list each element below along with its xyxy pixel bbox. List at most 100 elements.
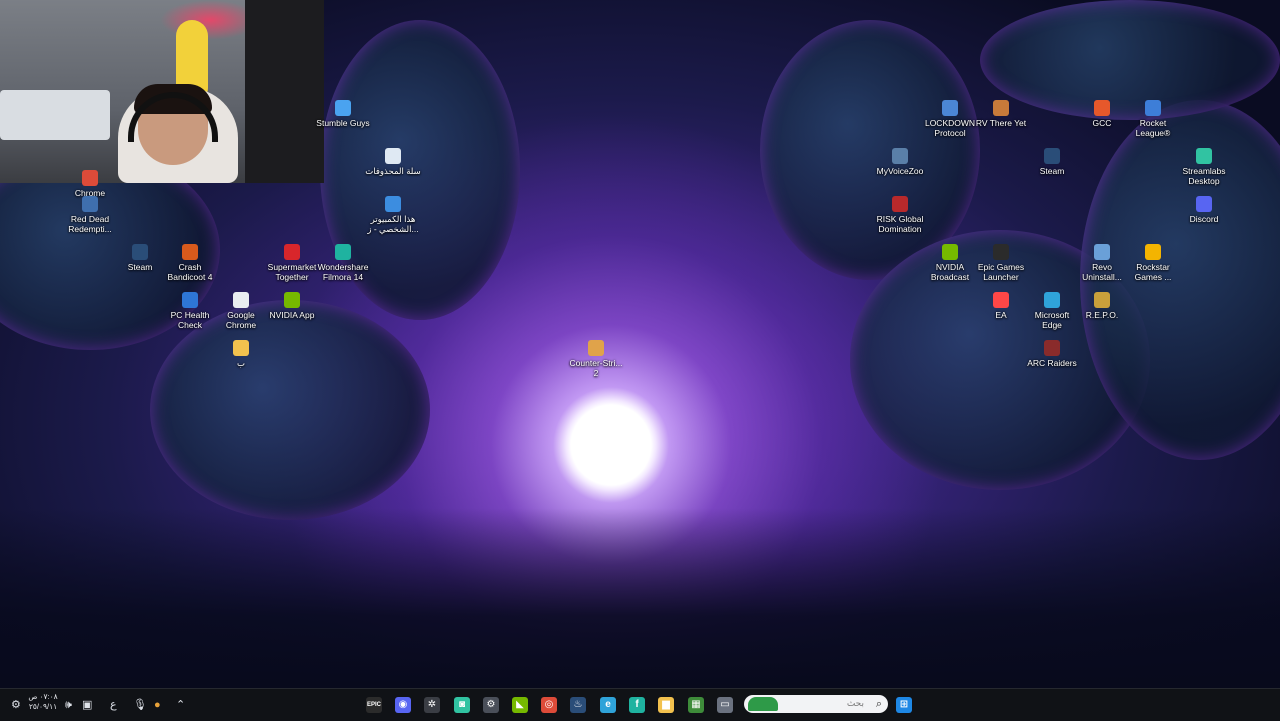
desktop-icon[interactable]: Epic Games Launcher	[973, 244, 1029, 282]
desktop-icon[interactable]: Supermarket Together	[264, 244, 320, 282]
desktop-icon[interactable]: Streamlabs Desktop	[1176, 148, 1232, 186]
chrome-shortcut-icon	[82, 170, 98, 186]
pc-health-check-icon	[182, 292, 198, 308]
this-pc-icon	[385, 196, 401, 212]
desktop-icon[interactable]: LOCKDOWN Protocol	[922, 100, 978, 138]
search-input[interactable]	[786, 697, 864, 711]
clock-time: ٠٧:٠٨ ص	[28, 692, 58, 701]
chrome-icon[interactable]: ◎	[541, 697, 557, 713]
steam-icon	[132, 244, 148, 260]
desktop-icon-label: Wondershare Filmora 14	[317, 262, 369, 282]
minecraft-icon[interactable]: ▦	[688, 697, 704, 713]
desktop-icon-label: MyVoiceZoo	[876, 166, 924, 176]
desktop-icon[interactable]: Revo Uninstall...	[1074, 244, 1130, 282]
discord-icon	[1196, 196, 1212, 212]
desktop-icon-label: Steam	[127, 262, 153, 272]
desktop-icon[interactable]: Microsoft Edge	[1024, 292, 1080, 330]
desktop-icon-label: GCC	[1092, 118, 1112, 128]
rockstar-games-icon	[1145, 244, 1161, 260]
desktop-icon[interactable]: Steam	[1024, 148, 1080, 176]
google-chrome-icon	[233, 292, 249, 308]
desktop-icon[interactable]: Red Dead Redempti...	[62, 196, 118, 234]
desktop-icon[interactable]: Chrome	[62, 170, 118, 198]
settings-gear-icon[interactable]: ⚙	[483, 697, 499, 713]
filmora-icon	[335, 244, 351, 260]
desktop-icon-label: Steam	[1039, 166, 1065, 176]
desktop-icon-label: Stumble Guys	[316, 118, 370, 128]
desktop-icon[interactable]: سلة المحذوفات	[365, 148, 421, 176]
repo-icon	[1094, 292, 1110, 308]
search-highlight-icon	[748, 697, 778, 711]
desktop-icon-label: Discord	[1189, 214, 1219, 224]
stumble-guys-icon	[335, 100, 351, 116]
edge-icon[interactable]: e	[600, 697, 616, 713]
streamlabs-icon[interactable]: ◙	[454, 697, 470, 713]
desktop-icon[interactable]: RISK Global Domination	[872, 196, 928, 234]
desktop-icon-label: LOCKDOWN Protocol	[924, 118, 976, 138]
desktop-icon[interactable]: NVIDIA Broadcast	[922, 244, 978, 282]
rv-there-yet-icon	[993, 100, 1009, 116]
filmora-icon[interactable]: f	[629, 697, 645, 713]
desktop-icon[interactable]: هذا الكمبيوتر الشخصي - ز...	[365, 196, 421, 234]
desktop-icon-label: EA	[995, 310, 1007, 320]
desktop-icon-label: RISK Global Domination	[876, 214, 924, 234]
epic-games-icon[interactable]: EPIC	[366, 697, 382, 713]
steelseries-icon[interactable]: ✲	[424, 697, 440, 713]
supermarket-together-icon	[284, 244, 300, 260]
desktop-icon[interactable]: GCC	[1074, 100, 1130, 128]
desktop-icon[interactable]: EA	[973, 292, 1029, 320]
desktop-icon-label: Epic Games Launcher	[977, 262, 1025, 282]
desktop-icon[interactable]: PC Health Check	[162, 292, 218, 330]
windows-start-icon[interactable]: ⊞	[896, 697, 912, 713]
desktop-icon-label: RV There Yet	[975, 118, 1027, 128]
taskbar-search-box[interactable]: ⌕	[744, 695, 888, 713]
desktop-icon[interactable]: NVIDIA App	[264, 292, 320, 320]
nvidia-icon[interactable]: ◣	[512, 697, 528, 713]
desktop-icon[interactable]: Crash Bandicoot 4	[162, 244, 218, 282]
desktop-icon-label: Rocket League®	[1135, 118, 1171, 138]
desktop-icon[interactable]: Rocket League®	[1125, 100, 1181, 138]
desktop-icon[interactable]: Steam	[112, 244, 168, 272]
task-view-icon[interactable]: ▭	[717, 697, 733, 713]
desktop-icon-label: Revo Uninstall...	[1082, 262, 1122, 282]
desktop-icon-label: سلة المحذوفات	[365, 166, 421, 176]
network-icon[interactable]: ▣	[82, 698, 92, 712]
desktop-icon[interactable]: Wondershare Filmora 14	[315, 244, 371, 282]
taskbar-clock[interactable]: ٠٧:٠٨ ص ٢٥/٠٩/١١	[26, 692, 60, 712]
ea-icon	[993, 292, 1009, 308]
desktop-icon[interactable]: MyVoiceZoo	[872, 148, 928, 176]
desktop-icon[interactable]: Discord	[1176, 196, 1232, 224]
desktop-icon-label: Red Dead Redempti...	[68, 214, 112, 234]
desktop-icon[interactable]: RV There Yet	[973, 100, 1029, 128]
desktop-icon-label: ARC Raiders	[1027, 358, 1077, 368]
nvidia-broadcast-icon	[942, 244, 958, 260]
desktop-icon-label: NVIDIA Broadcast	[930, 262, 970, 282]
language-indicator[interactable]: ع	[110, 698, 117, 712]
microphone-icon[interactable]: 🎙	[133, 698, 147, 712]
tray-app-icon[interactable]: ●	[154, 698, 161, 712]
desktop-icon[interactable]: R.E.P.O.	[1074, 292, 1130, 320]
show-hidden-icons-chevron-icon[interactable]: ⌃	[176, 698, 185, 712]
desktop-icon[interactable]: Rockstar Games ...	[1125, 244, 1181, 282]
desktop-icon[interactable]: Google Chrome	[213, 292, 269, 330]
desktop-icon-label: R.E.P.O.	[1085, 310, 1119, 320]
desktop-icon[interactable]: ب	[213, 340, 269, 368]
desktop-icon[interactable]: Stumble Guys	[315, 100, 371, 128]
desktop-icon-label: هذا الكمبيوتر الشخصي - ز...	[367, 214, 419, 234]
desktop-icon[interactable]: ARC Raiders	[1024, 340, 1080, 368]
taskbar: ⚙ 🕪 ▣ ع 🎙 ● ⌃ EPIC ◉ ✲ ◙ ⚙ ◣ ◎ ♨ e f ▆ ▦ ▭ ⊞	[0, 688, 1280, 721]
crash-bandicoot-icon	[182, 244, 198, 260]
steam-icon[interactable]: ♨	[570, 697, 586, 713]
rocket-league-icon	[1145, 100, 1161, 116]
desktop-icon[interactable]: Counter-Stri... 2	[568, 340, 624, 378]
epic-games-icon	[993, 244, 1009, 260]
desktop-icon-label: Streamlabs Desktop	[1182, 166, 1226, 186]
webcam-overlay	[0, 0, 324, 183]
discord-icon[interactable]: ◉	[395, 697, 411, 713]
volume-icon[interactable]: 🕪	[65, 698, 72, 712]
widgets-icon[interactable]: ⚙	[11, 698, 21, 712]
desktop-icon-label: NVIDIA App	[269, 310, 315, 320]
file-explorer-icon[interactable]: ▆	[658, 697, 674, 713]
streamlabs-icon	[1196, 148, 1212, 164]
edge-icon	[1044, 292, 1060, 308]
